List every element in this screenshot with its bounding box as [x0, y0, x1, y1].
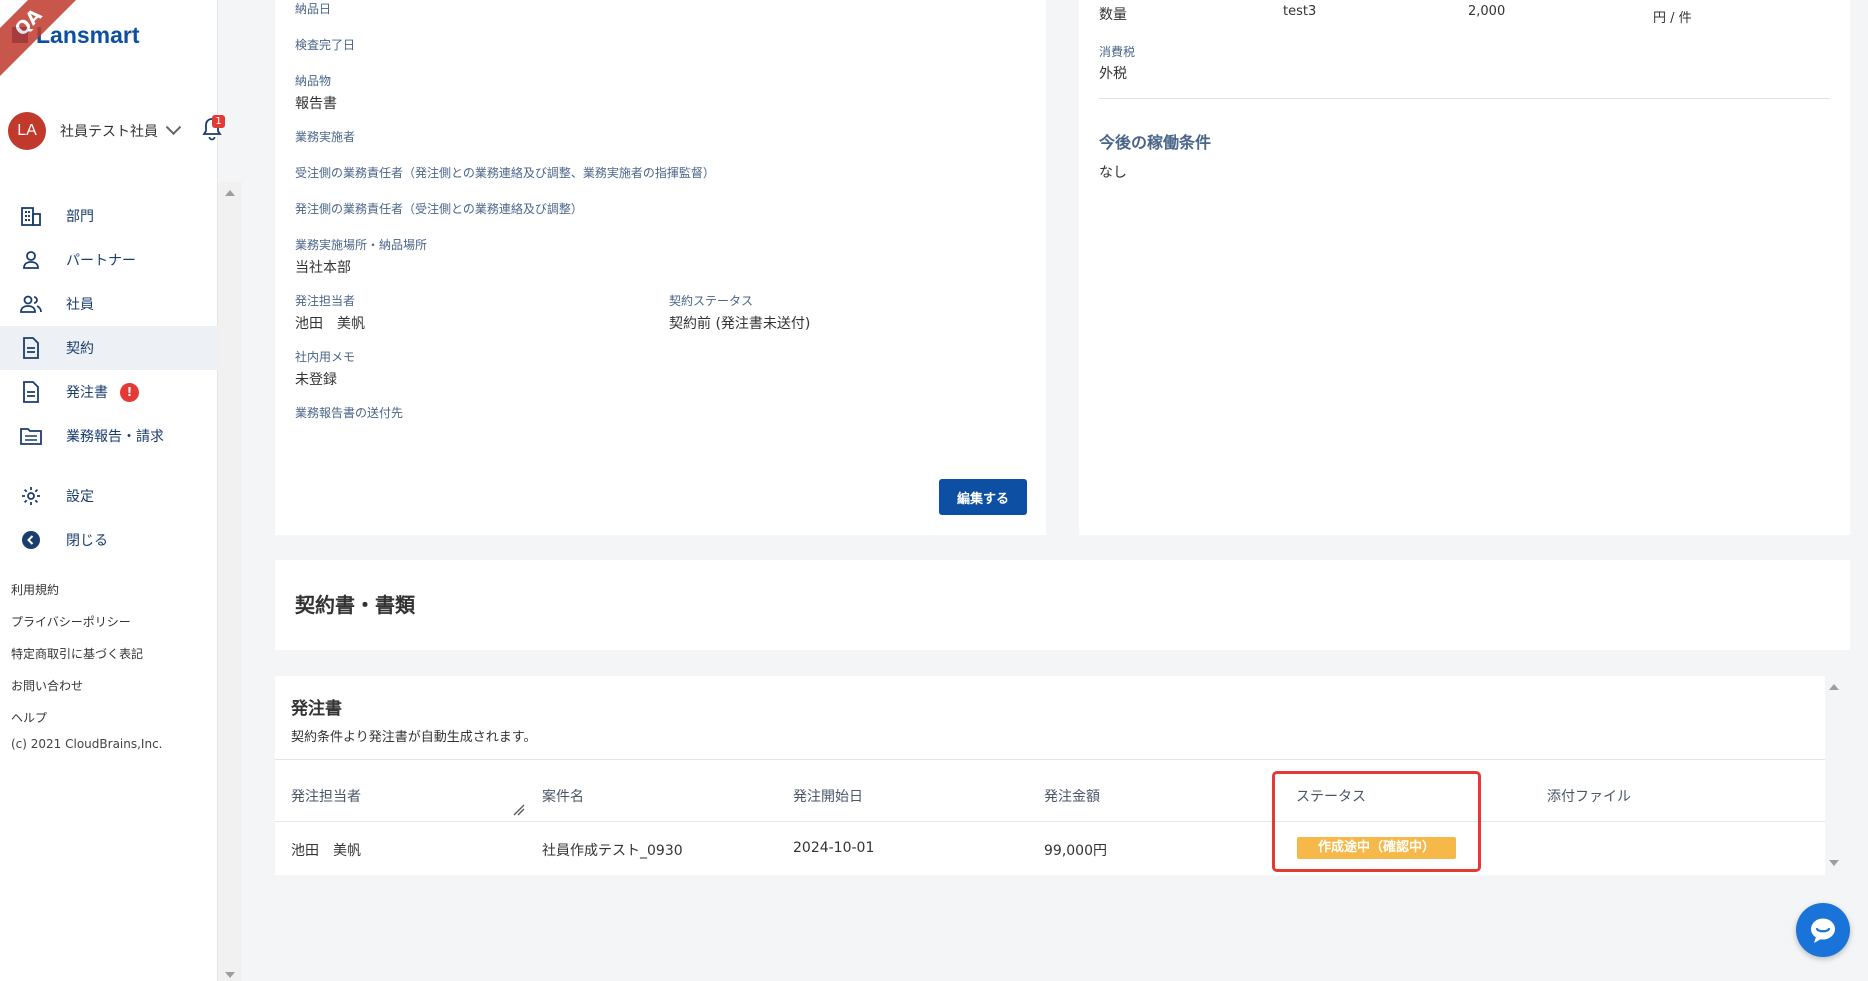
- footer-links: 利用規約 プライバシーポリシー 特定商取引に基づく表記 お問い合わせ ヘルプ: [11, 574, 143, 734]
- chevron-down-icon[interactable]: [165, 118, 182, 135]
- column-resize-icon[interactable]: [513, 804, 525, 816]
- purchase-orders-card: 発注書 契約条件より発注書が自動生成されます。 発注担当者 案件名 発注開始日 …: [275, 676, 1825, 875]
- building-icon: [20, 205, 42, 227]
- location-value: 当社本部: [295, 260, 351, 276]
- quantity-label: 数量: [1099, 7, 1127, 23]
- column-header-amount[interactable]: 発注金額: [1044, 786, 1100, 806]
- nav-label: 契約: [66, 341, 94, 357]
- pricing-card: [1079, 0, 1850, 535]
- nav-item-partners[interactable]: パートナー: [0, 238, 218, 282]
- nav-label: 設定: [66, 489, 94, 505]
- nav-item-contracts[interactable]: 契約: [0, 326, 218, 370]
- future-conditions-value: なし: [1099, 165, 1127, 181]
- scroll-up-icon[interactable]: [1829, 684, 1839, 690]
- unit-value: 円 / 件: [1653, 11, 1692, 26]
- scroll-down-icon[interactable]: [225, 972, 235, 978]
- location-label: 業務実施場所・納品場所: [295, 238, 428, 252]
- chat-button[interactable]: [1796, 903, 1850, 957]
- contact-link[interactable]: お問い合わせ: [11, 670, 143, 702]
- arrow-left-circle-icon: [20, 529, 42, 551]
- copyright: (c) 2021 CloudBrains,Inc.: [11, 737, 163, 751]
- table-top-border: [275, 759, 1825, 760]
- documents-card: [275, 560, 1850, 650]
- nav-item-employees[interactable]: 社員: [0, 282, 218, 326]
- edit-button[interactable]: 編集する: [939, 479, 1027, 515]
- row-person: 池田 美帆: [291, 843, 361, 859]
- document-icon: [20, 337, 42, 359]
- nav-label: 部門: [66, 209, 94, 225]
- chat-bubble-icon: [1811, 918, 1835, 943]
- order-person-label: 発注担当者: [295, 294, 356, 308]
- nav-item-departments[interactable]: 部門: [0, 194, 218, 238]
- table-header-border: [275, 821, 1825, 822]
- scroll-down-icon[interactable]: [1829, 860, 1839, 866]
- main-nav: 部門 パートナー 社員 契約 発注書 ! 業務報告・請求 設定 閉じる: [0, 194, 218, 562]
- column-header-start-date[interactable]: 発注開始日: [793, 786, 863, 806]
- nav-item-close[interactable]: 閉じる: [0, 518, 218, 562]
- receiver-manager-label: 受注側の業務責任者（発注側との業務連絡及び調整、業務実施者の指揮監督）: [295, 166, 715, 180]
- purchase-orders-scrollbar[interactable]: [1825, 676, 1843, 875]
- deliverable-label: 納品物: [295, 74, 332, 88]
- nav-label: 閉じる: [66, 533, 108, 549]
- nav-label: パートナー: [66, 253, 136, 269]
- tax-label: 消費税: [1099, 45, 1136, 59]
- deliverable-value: 報告書: [295, 96, 337, 112]
- privacy-link[interactable]: プライバシーポリシー: [11, 606, 143, 638]
- contract-status-value: 契約前 (発注書未送付): [669, 316, 811, 332]
- nav-item-purchase-orders[interactable]: 発注書 !: [0, 370, 218, 414]
- report-destination-label: 業務報告書の送付先: [295, 406, 404, 420]
- tax-value: 外税: [1099, 66, 1127, 82]
- brand-name: Lansmart: [36, 21, 140, 48]
- row-project[interactable]: 社員作成テスト_0930: [542, 840, 683, 860]
- memo-label: 社内用メモ: [295, 350, 356, 364]
- purchase-orders-subtitle: 契約条件より発注書が自動生成されます。: [291, 730, 537, 745]
- row-start-date: 2024-10-01: [793, 840, 875, 856]
- gear-icon: [20, 485, 42, 507]
- column-header-project[interactable]: 案件名: [542, 786, 584, 806]
- user-name: 社員テスト社員: [60, 124, 158, 140]
- nav-item-reports-billing[interactable]: 業務報告・請求: [0, 414, 218, 458]
- person-icon: [20, 249, 42, 271]
- notification-badge: 1: [212, 115, 225, 128]
- column-header-attachment[interactable]: 添付ファイル: [1547, 786, 1631, 806]
- alert-badge: !: [120, 382, 139, 402]
- contract-status-label: 契約ステータス: [669, 294, 754, 308]
- nav-label: 発注書: [66, 385, 108, 401]
- document-icon: [20, 381, 42, 403]
- orderer-manager-label: 発注側の業務責任者（受注側との業務連絡及び調整）: [295, 202, 583, 216]
- scroll-up-icon[interactable]: [225, 190, 235, 196]
- inspection-date-label: 検査完了日: [295, 38, 356, 52]
- help-link[interactable]: ヘルプ: [11, 702, 143, 734]
- sidebar: Lansmart QA LA 社員テスト社員 1 部門 パートナー 社員 契約 …: [0, 0, 225, 981]
- folder-icon: [20, 425, 42, 447]
- amount-value: 2,000: [1468, 4, 1506, 19]
- nav-item-settings[interactable]: 設定: [0, 474, 218, 518]
- order-person-value: 池田 美帆: [295, 316, 365, 332]
- documents-title: 契約書・書類: [295, 593, 415, 617]
- delivery-date-label: 納品日: [295, 2, 332, 16]
- pricing-divider: [1099, 98, 1830, 99]
- column-header-person[interactable]: 発注担当者: [291, 786, 361, 806]
- status-highlight-annotation: [1272, 771, 1481, 872]
- row-amount: 99,000円: [1044, 843, 1107, 859]
- future-conditions-title: 今後の稼働条件: [1099, 133, 1212, 152]
- executor-label: 業務実施者: [295, 130, 356, 144]
- people-icon: [20, 293, 42, 315]
- commercial-law-link[interactable]: 特定商取引に基づく表記: [11, 638, 143, 670]
- memo-value: 未登録: [295, 372, 337, 388]
- user-menu[interactable]: LA 社員テスト社員: [8, 110, 208, 152]
- purchase-orders-title: 発注書: [291, 699, 342, 719]
- contract-details-card: [275, 0, 1046, 535]
- nav-label: 業務報告・請求: [66, 429, 164, 445]
- terms-link[interactable]: 利用規約: [11, 574, 143, 606]
- nav-label: 社員: [66, 297, 94, 313]
- avatar: LA: [8, 112, 46, 150]
- item-name: test3: [1283, 4, 1317, 19]
- sidebar-scrollbar[interactable]: [218, 182, 242, 981]
